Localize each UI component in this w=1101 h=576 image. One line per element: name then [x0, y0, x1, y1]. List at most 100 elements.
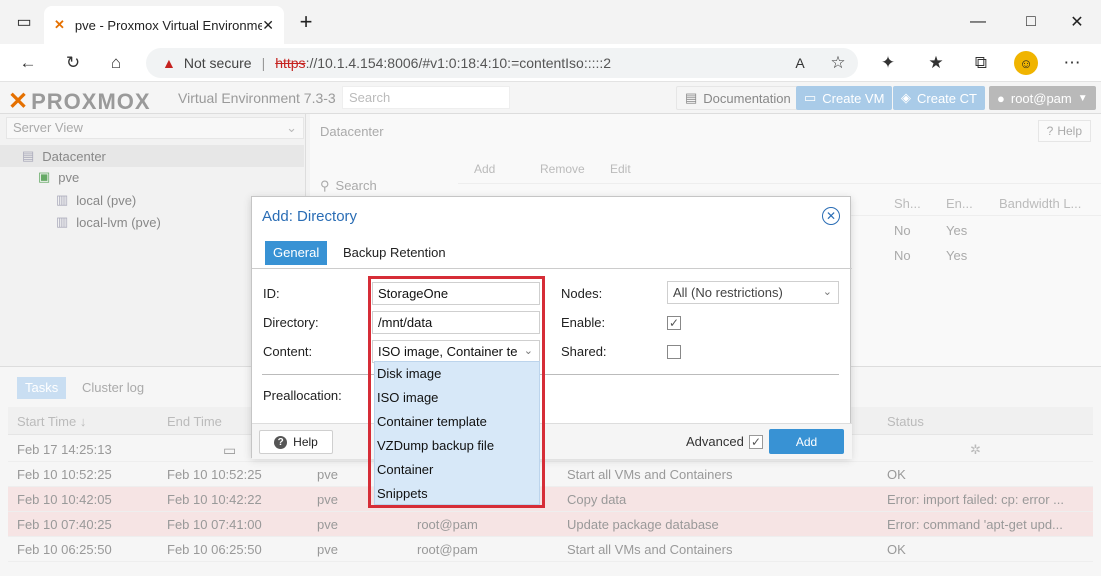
column-end-time[interactable]: End Time: [167, 414, 222, 429]
option-iso-image[interactable]: ISO image: [375, 386, 539, 410]
monitor-icon: ▭: [223, 442, 237, 458]
browser-tab[interactable]: ✕ pve - Proxmox Virtual Environme ✕: [44, 6, 284, 44]
id-field[interactable]: StorageOne: [372, 282, 540, 305]
home-icon[interactable]: ⌂: [104, 51, 128, 75]
proxmox-x-icon: ✕: [8, 88, 30, 115]
table-row[interactable]: Feb 10 07:40:25 Feb 10 07:41:00 pve root…: [8, 512, 1093, 537]
storage-icon: ▥: [56, 192, 69, 207]
close-icon[interactable]: ✕: [822, 207, 840, 225]
tree-node-local[interactable]: ▥ local (pve): [56, 192, 136, 208]
browser-tab-strip: ▭ ✕ pve - Proxmox Virtual Environme ✕ + …: [0, 0, 1101, 44]
more-menu-icon[interactable]: ⋯: [1060, 51, 1084, 75]
option-vzdump-backup-file[interactable]: VZDump backup file: [375, 434, 539, 458]
add-favorite-icon[interactable]: ☆: [826, 51, 850, 75]
cell-user: root@pam: [417, 517, 478, 532]
panel-search-label: Search: [335, 178, 377, 193]
extensions-icon[interactable]: ✦: [876, 51, 900, 75]
shared-checkbox[interactable]: [667, 345, 681, 359]
close-window-icon[interactable]: ✕: [1065, 10, 1089, 34]
create-ct-label: Create CT: [917, 90, 977, 106]
url-field[interactable]: ▲ Not secure | https ://10.1.4.154:8006/…: [146, 48, 858, 78]
cell-enabled: Yes: [946, 223, 968, 238]
column-shared[interactable]: Sh...: [894, 196, 921, 211]
add-menu-button[interactable]: Add: [474, 162, 495, 176]
collections-icon[interactable]: ⧉: [969, 51, 993, 75]
table-row[interactable]: Feb 10 10:52:25 Feb 10 10:52:25 pve Star…: [8, 462, 1093, 487]
option-disk-image[interactable]: Disk image: [375, 362, 539, 386]
cell-description: Start all VMs and Containers: [567, 542, 733, 557]
column-start-time[interactable]: Start Time ↓: [17, 414, 86, 429]
nodes-select-value: All (No restrictions): [673, 285, 783, 300]
table-row[interactable]: Feb 10 06:25:50 Feb 10 06:25:50 pve root…: [8, 537, 1093, 562]
new-tab-icon[interactable]: +: [294, 9, 318, 34]
storage-toolbar: Add Remove Edit: [458, 154, 1101, 184]
pve-header: ✕ PROXMOX Virtual Environment 7.3-3 Sear…: [0, 82, 1101, 115]
column-enabled[interactable]: En...: [946, 196, 973, 211]
preallocation-label: Preallocation:: [263, 388, 342, 403]
cell-description: Start all VMs and Containers: [567, 467, 733, 482]
divider: [262, 374, 839, 375]
cell-start: Feb 17 14:25:13: [17, 442, 112, 457]
tree-node-pve[interactable]: ▣ pve: [38, 169, 79, 185]
nodes-select[interactable]: All (No restrictions) ⌄: [667, 281, 839, 304]
column-status[interactable]: Status: [887, 414, 924, 429]
cell-start: Feb 10 10:52:25: [17, 467, 112, 482]
cell-description: Copy data: [567, 492, 627, 507]
cell-enabled: Yes: [946, 248, 968, 263]
back-icon[interactable]: ←: [16, 51, 40, 75]
advanced-checkbox[interactable]: ✓: [749, 435, 763, 449]
remove-button[interactable]: Remove: [540, 162, 585, 176]
address-bar-row: ← ↻ ⌂ ▲ Not secure | https ://10.1.4.154…: [0, 44, 1101, 82]
cell-end: Feb 10 06:25:50: [167, 542, 262, 557]
profile-avatar-icon[interactable]: ☺: [1014, 51, 1038, 75]
cell-node: pve: [317, 492, 338, 507]
chevron-down-icon: ▼: [1077, 92, 1088, 104]
cell-description: Update package database: [567, 517, 719, 532]
tab-general[interactable]: General: [265, 241, 328, 265]
tab-cluster-log[interactable]: Cluster log: [74, 377, 152, 399]
cell-node: pve: [317, 542, 338, 557]
maximize-icon[interactable]: □: [1019, 10, 1043, 34]
tree-node-datacenter[interactable]: ▤ Datacenter: [0, 145, 304, 167]
favorites-icon[interactable]: ★: [924, 51, 948, 75]
documentation-button[interactable]: ▤ Documentation: [676, 86, 800, 110]
add-button[interactable]: Add: [769, 429, 844, 454]
pve-search-input[interactable]: Search: [342, 86, 510, 109]
option-container-template[interactable]: Container template: [375, 410, 539, 434]
tab-tasks[interactable]: Tasks: [17, 377, 67, 399]
directory-label: Directory:: [263, 315, 319, 330]
server-icon: ▣: [38, 169, 51, 184]
close-tab-icon[interactable]: ✕: [262, 17, 274, 34]
panel-help-button[interactable]: ? Help: [1037, 120, 1091, 142]
enable-checkbox[interactable]: ✓: [667, 316, 681, 330]
help-icon: ?: [1046, 124, 1054, 138]
tab-backup-retention[interactable]: Backup Retention: [335, 241, 454, 265]
dialog-title: Add: Directory: [262, 208, 358, 225]
datacenter-icon: ▤: [22, 148, 35, 163]
option-snippets[interactable]: Snippets: [375, 482, 539, 506]
cell-node: pve: [317, 517, 338, 532]
book-icon: ▤: [685, 90, 698, 105]
help-button[interactable]: ? Help: [259, 430, 333, 454]
option-container[interactable]: Container: [375, 458, 539, 482]
view-selector[interactable]: Server View ⌄: [6, 117, 304, 139]
tab-actions-icon[interactable]: ▭: [12, 10, 36, 34]
refresh-icon[interactable]: ↻: [61, 51, 85, 75]
content-dropdown-list: Disk image ISO image Container template …: [374, 361, 540, 505]
directory-field[interactable]: /mnt/data: [372, 311, 540, 334]
user-menu-button[interactable]: ● root@pam ▼: [989, 86, 1096, 110]
read-aloud-icon[interactable]: A: [788, 51, 812, 75]
nodes-label: Nodes:: [561, 286, 603, 301]
create-ct-button[interactable]: ◈ Create CT: [893, 86, 985, 110]
create-vm-button[interactable]: ▭ Create VM: [796, 86, 893, 110]
column-bandwidth[interactable]: Bandwidth L...: [999, 196, 1081, 211]
table-row[interactable]: Feb 10 10:42:05 Feb 10 10:42:22 pve Copy…: [8, 487, 1093, 512]
proxmox-logo-text: PROXMOX: [31, 88, 151, 114]
minimize-icon[interactable]: —: [966, 10, 990, 34]
panel-search[interactable]: ⚲ Search: [320, 178, 377, 194]
tree-node-label: pve: [58, 169, 80, 185]
tree-node-local-lvm[interactable]: ▥ local-lvm (pve): [56, 214, 161, 230]
content-select[interactable]: ISO image, Container te ⌄: [372, 340, 540, 363]
user-label: root@pam: [1010, 90, 1072, 106]
edit-button[interactable]: Edit: [610, 162, 631, 176]
